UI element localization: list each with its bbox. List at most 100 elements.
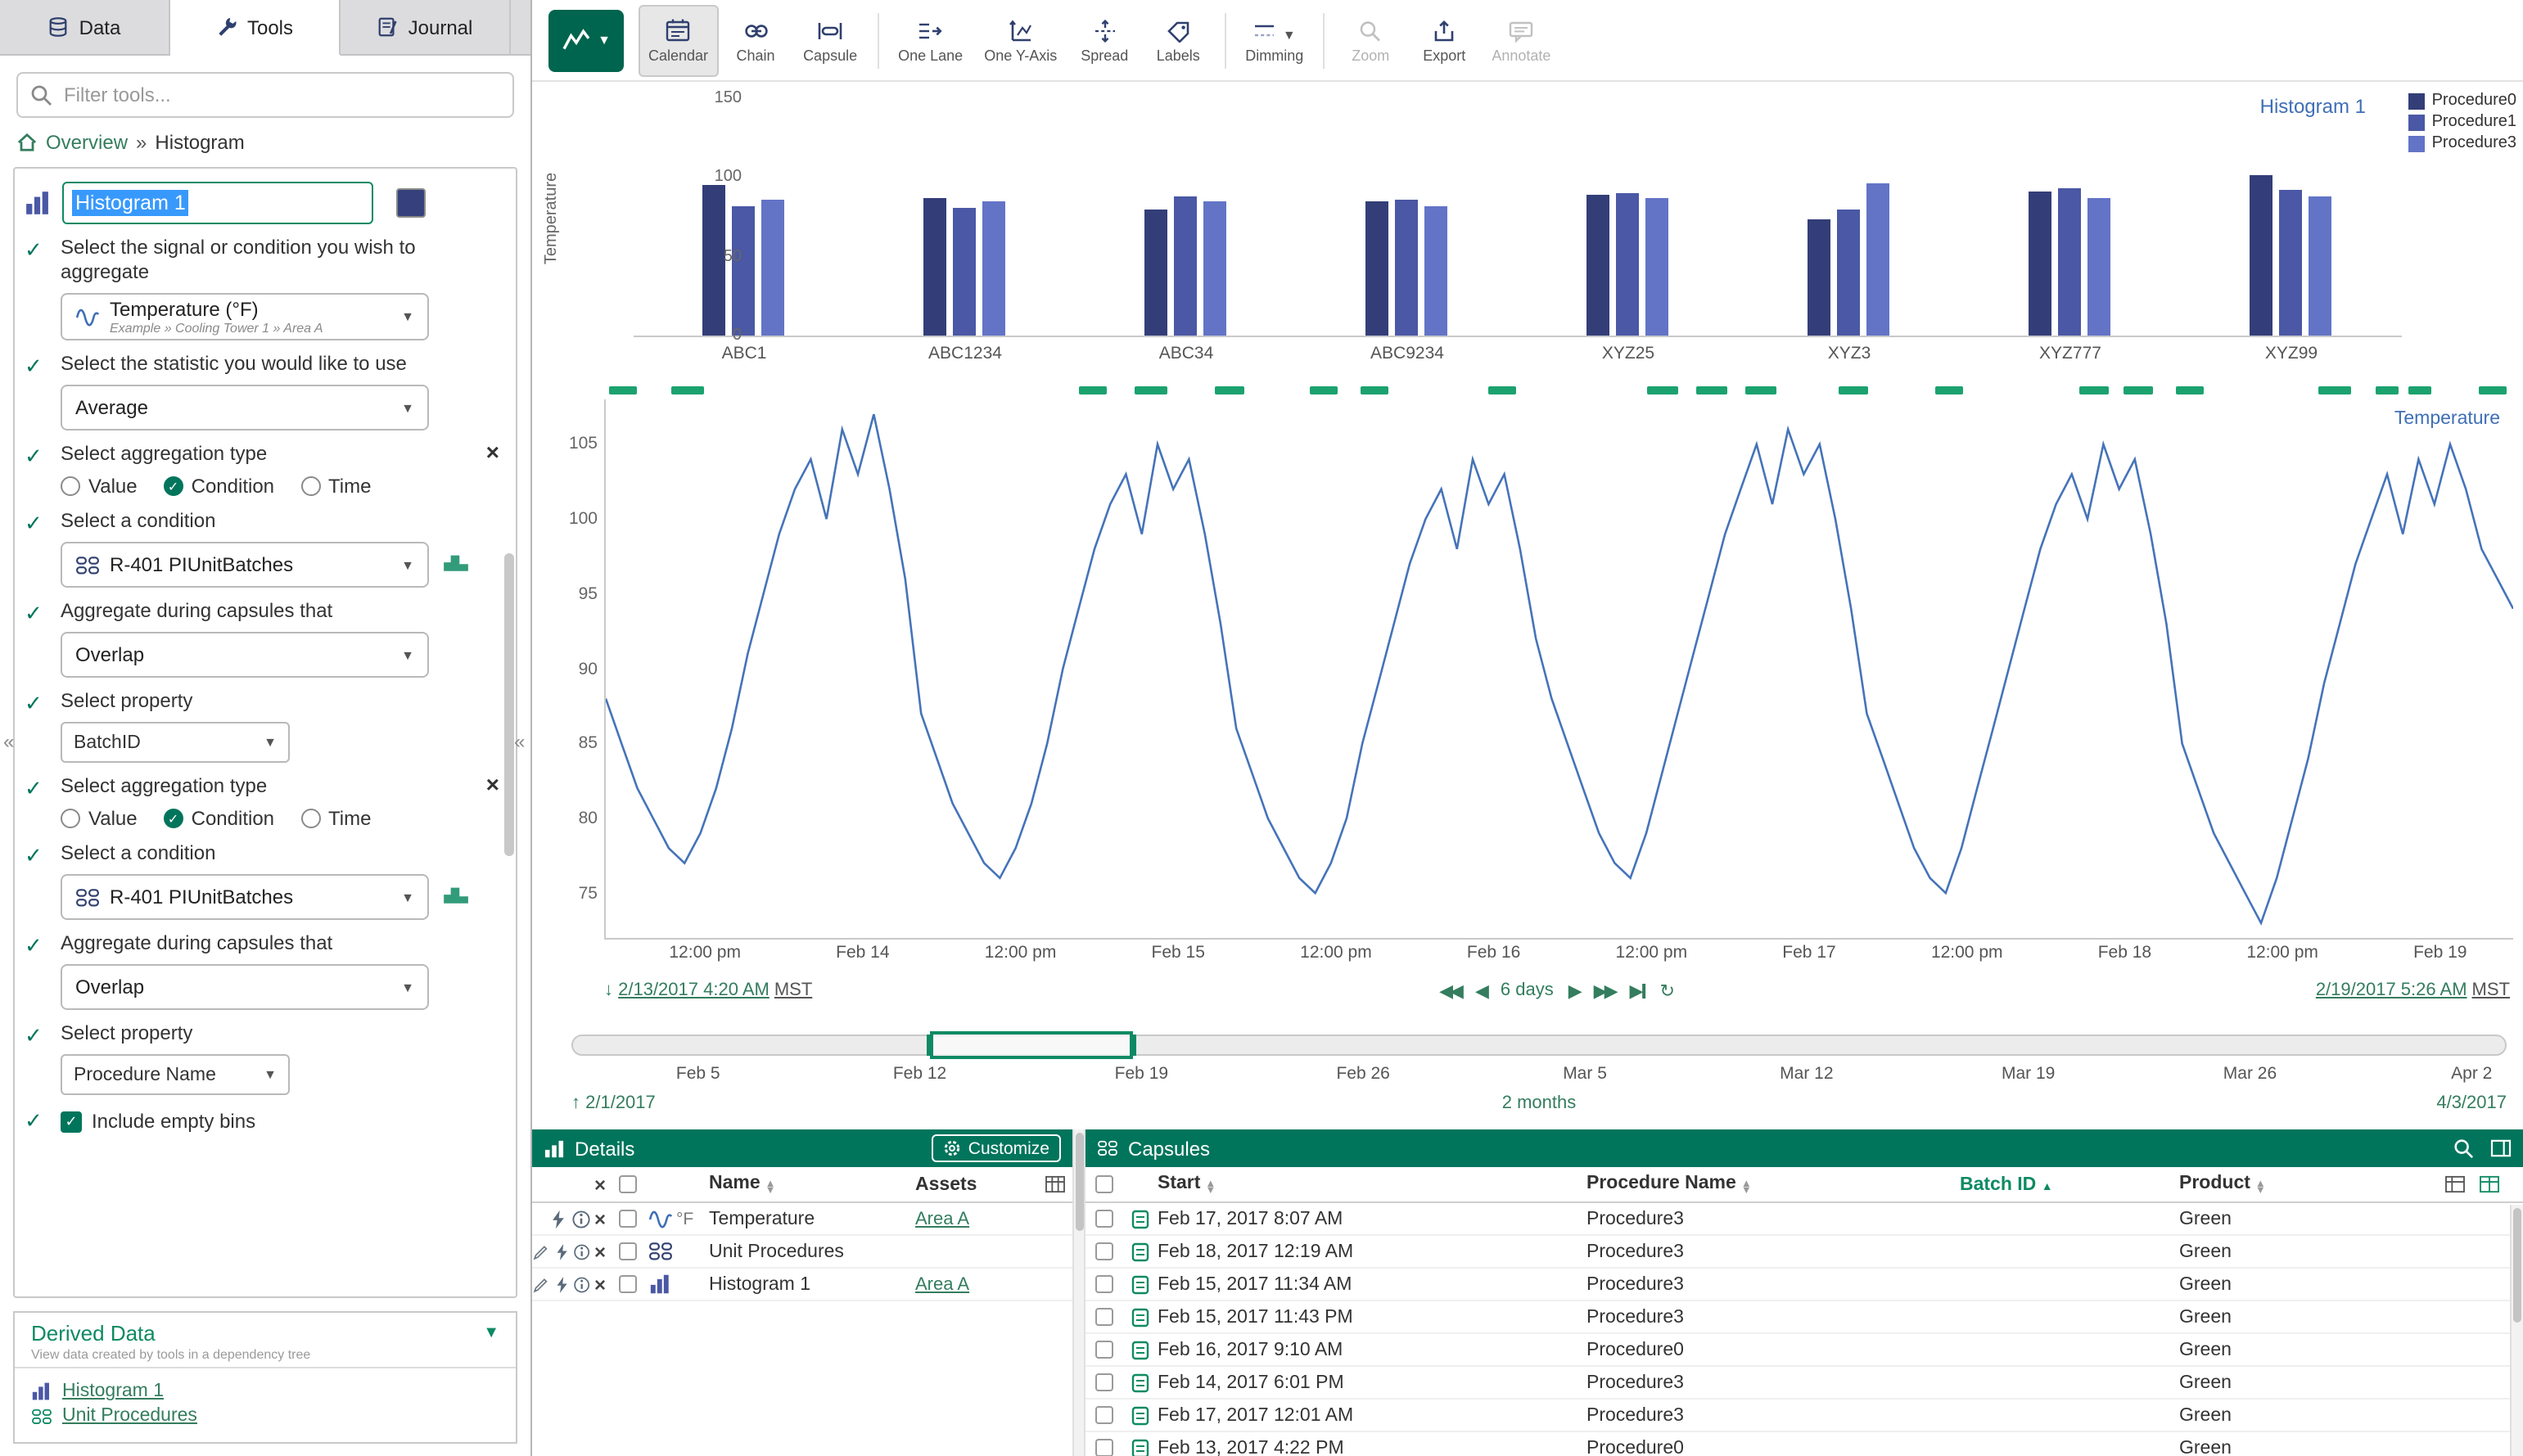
histogram-bar[interactable]: [1365, 201, 1388, 336]
item-name[interactable]: Temperature: [709, 1209, 915, 1228]
capsules-column-batch-id[interactable]: Batch ID ▲: [1960, 1174, 2179, 1194]
histogram-plot-area[interactable]: [634, 98, 2402, 337]
edit-icon[interactable]: [532, 1242, 549, 1261]
capsule-tick[interactable]: [1135, 386, 1167, 394]
details-scrollbar[interactable]: [1072, 1129, 1085, 1456]
capsule-tick[interactable]: [2479, 386, 2507, 394]
histogram-bar[interactable]: [731, 205, 754, 336]
collapse-sidebar-icon[interactable]: «: [514, 730, 525, 753]
capsule-tick[interactable]: [2175, 386, 2204, 394]
radio-value[interactable]: Value: [61, 807, 138, 830]
capsule-tick[interactable]: [2376, 386, 2399, 394]
toolbar-one-lane-button[interactable]: One Lane: [888, 4, 973, 76]
asset-link[interactable]: Area A: [915, 1274, 969, 1294]
capsule-tick[interactable]: [1696, 386, 1726, 394]
step-to-end-icon[interactable]: ▶: [1630, 980, 1645, 1001]
investigate-range-start[interactable]: 2/1/2017: [585, 1093, 656, 1113]
remove-icon[interactable]: ×: [594, 1209, 606, 1228]
step-forward-full-icon[interactable]: ▶▶: [1594, 980, 1615, 1001]
capsule-tick[interactable]: [1934, 386, 1963, 394]
remove-aggregation-button[interactable]: ×: [486, 774, 499, 794]
item-name[interactable]: Histogram 1: [709, 1274, 915, 1294]
row-checkbox[interactable]: [618, 1275, 636, 1293]
condition-preview-icon[interactable]: [442, 881, 470, 905]
collapse-left-panel-icon[interactable]: «: [3, 730, 14, 753]
property-2-select[interactable]: Procedure Name ▼: [61, 1054, 290, 1095]
row-checkbox[interactable]: [1095, 1406, 1113, 1424]
legend-entry[interactable]: Procedure1: [2409, 113, 2516, 131]
search-capsules-icon[interactable]: [2453, 1138, 2474, 1159]
tab-data[interactable]: Data: [0, 0, 170, 54]
capsule-tick[interactable]: [1311, 386, 1338, 394]
histogram-bar[interactable]: [1144, 209, 1167, 336]
capsule-table-row[interactable]: Feb 13, 2017 4:22 PMProcedure0Green: [1085, 1432, 2523, 1456]
toolbar-one-y-axis-button[interactable]: One Y-Axis: [974, 4, 1067, 76]
capsule-tick[interactable]: [1080, 386, 1107, 394]
capsule-table-row[interactable]: Feb 15, 2017 11:43 PMProcedure3Green: [1085, 1301, 2523, 1334]
capsule-table-row[interactable]: Feb 17, 2017 12:01 AMProcedure3Green: [1085, 1400, 2523, 1432]
row-checkbox[interactable]: [1095, 1308, 1113, 1326]
toolbar-labels-button[interactable]: Labels: [1142, 4, 1214, 76]
info-icon[interactable]: [574, 1242, 591, 1261]
step-back-half-icon[interactable]: ◀: [1475, 980, 1486, 1001]
capsule-tick[interactable]: [2080, 386, 2109, 394]
investigate-range-bar[interactable]: [571, 1035, 2507, 1056]
histogram-bar[interactable]: [1586, 195, 1609, 336]
toolbar-capsule-button[interactable]: Capsule: [793, 4, 867, 76]
property-1-select[interactable]: BatchID ▼: [61, 722, 290, 763]
tool-panel-scrollbar[interactable]: [504, 553, 514, 856]
derived-condition-link[interactable]: Unit Procedures: [62, 1406, 197, 1426]
histogram-bar[interactable]: [1866, 183, 1889, 336]
sort-icons[interactable]: ▲▼: [1741, 1181, 1752, 1196]
capsule-tick[interactable]: [610, 386, 637, 394]
color-swatch-button[interactable]: [396, 188, 426, 218]
capsule-tick[interactable]: [1839, 386, 1868, 394]
signal-dropdown[interactable]: Temperature (°F) Example » Cooling Tower…: [61, 293, 429, 340]
capsule-tick[interactable]: [1746, 386, 1776, 394]
during-1-dropdown[interactable]: Overlap ▼: [61, 632, 429, 678]
derived-histogram-link[interactable]: Histogram 1: [62, 1382, 164, 1401]
histogram-bar[interactable]: [2249, 176, 2272, 336]
histogram-bar[interactable]: [982, 201, 1004, 336]
histogram-bar[interactable]: [1645, 198, 1668, 336]
histogram-bar[interactable]: [2057, 188, 2080, 336]
info-icon[interactable]: [574, 1274, 591, 1294]
toolbar-dimming-button[interactable]: ▼ Dimming: [1235, 4, 1313, 76]
histogram-bar[interactable]: [1424, 205, 1447, 336]
histogram-bar[interactable]: [1615, 193, 1638, 336]
tab-journal[interactable]: Journal: [341, 0, 511, 54]
legend-entry[interactable]: Procedure0: [2409, 92, 2516, 110]
capsule-tick[interactable]: [1488, 386, 1517, 394]
condition-2-dropdown[interactable]: R-401 PIUnitBatches ▼: [61, 874, 429, 920]
selector-left-handle[interactable]: [928, 1035, 934, 1056]
details-row[interactable]: ×°FTemperatureArea A: [532, 1203, 1072, 1236]
filter-tools-input[interactable]: [16, 72, 514, 118]
details-column-assets[interactable]: Assets: [915, 1174, 1036, 1194]
step-back-full-icon[interactable]: ◀◀: [1439, 980, 1460, 1001]
histogram-bar[interactable]: [952, 207, 975, 336]
capsule-tick[interactable]: [2408, 386, 2431, 394]
info-icon[interactable]: [571, 1209, 591, 1228]
breadcrumb-overview-link[interactable]: Overview: [46, 131, 128, 154]
row-checkbox[interactable]: [1095, 1275, 1113, 1293]
details-column-name[interactable]: Name▲▼: [709, 1173, 915, 1196]
select-all-capsules-checkbox[interactable]: [1095, 1175, 1113, 1193]
extend-investigate-range-icon[interactable]: ↑: [571, 1093, 580, 1113]
histogram-bar[interactable]: [1394, 200, 1417, 336]
radio-time[interactable]: Time: [300, 475, 371, 498]
investigate-range-duration[interactable]: 2 months: [1502, 1093, 1577, 1113]
navigate-icon[interactable]: [548, 1209, 568, 1228]
radio-value[interactable]: Value: [61, 475, 138, 498]
shift-start-earlier-icon[interactable]: ↓: [604, 980, 613, 1000]
row-checkbox[interactable]: [618, 1242, 636, 1260]
details-row[interactable]: ×Histogram 1Area A: [532, 1269, 1072, 1301]
toolbar-export-button[interactable]: Export: [1408, 4, 1480, 76]
sort-icons[interactable]: ▲▼: [765, 1181, 776, 1196]
step-forward-half-icon[interactable]: ▶: [1568, 980, 1579, 1001]
row-checkbox[interactable]: [1095, 1341, 1113, 1359]
edit-columns-icon[interactable]: [2444, 1175, 2466, 1193]
asset-link[interactable]: Area A: [915, 1209, 969, 1228]
view-mode-dropdown[interactable]: ▼: [548, 9, 624, 71]
navigate-icon[interactable]: [553, 1274, 570, 1294]
radio-condition[interactable]: ✓Condition: [164, 475, 274, 498]
